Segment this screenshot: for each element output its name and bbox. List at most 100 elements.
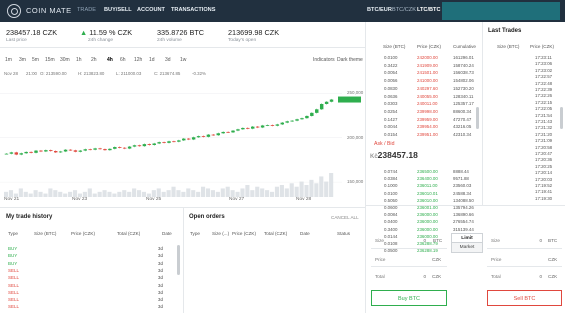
nav-trade[interactable]: TRADE — [77, 7, 96, 13]
price-candle[interactable] — [275, 124, 280, 126]
price-candle[interactable] — [231, 130, 235, 133]
buy-size-input[interactable]: 0 — [400, 238, 426, 243]
price-candle[interactable] — [58, 151, 63, 153]
price-candle[interactable] — [251, 126, 255, 129]
price-candle[interactable] — [324, 101, 329, 104]
price-candle[interactable] — [260, 125, 265, 128]
price-candle[interactable] — [290, 120, 294, 122]
timeframe-30m[interactable]: 30m — [60, 57, 70, 63]
price-candle[interactable] — [83, 149, 87, 151]
price-candle[interactable] — [93, 148, 97, 150]
price-candle[interactable] — [216, 133, 220, 136]
price-candle[interactable] — [152, 143, 156, 146]
price-candle[interactable] — [127, 146, 132, 149]
price-candle[interactable] — [108, 148, 112, 151]
indicators-button[interactable]: Indicators — [313, 57, 335, 63]
coinmate-logo-icon[interactable] — [7, 4, 21, 18]
price-candle[interactable] — [305, 115, 309, 119]
price-candle[interactable] — [196, 136, 201, 138]
price-candle[interactable] — [24, 151, 28, 154]
price-candle[interactable] — [34, 150, 38, 153]
chart-canvas[interactable] — [0, 78, 365, 197]
sell-size-input[interactable]: 0 — [514, 238, 542, 243]
price-candle[interactable] — [255, 126, 260, 128]
price-candle[interactable] — [280, 122, 285, 125]
price-candle[interactable] — [147, 144, 152, 146]
trade-history-scrollbar[interactable] — [177, 245, 180, 275]
nav-buy-sell[interactable]: BUY/SELL — [104, 7, 132, 13]
price-candle[interactable] — [63, 149, 68, 152]
price-candle[interactable] — [113, 147, 117, 149]
price-candle[interactable] — [182, 138, 186, 141]
timeframe-6h[interactable]: 6h — [120, 57, 126, 63]
price-candle[interactable] — [4, 153, 9, 155]
timeframe-2h[interactable]: 2h — [91, 57, 97, 63]
price-candle[interactable] — [9, 152, 14, 154]
timeframe-3d[interactable]: 3d — [165, 57, 171, 63]
price-candle[interactable] — [265, 125, 270, 126]
dark-theme-toggle[interactable]: Dark theme — [337, 57, 363, 63]
price-candle[interactable] — [53, 151, 58, 153]
order-type-limit[interactable]: Limit — [451, 233, 483, 243]
price-candle[interactable] — [88, 149, 92, 151]
orderbook-scrollbar[interactable] — [476, 107, 479, 129]
price-candle[interactable] — [310, 112, 314, 116]
price-candle[interactable] — [118, 147, 122, 148]
buy-price-input[interactable] — [400, 255, 428, 263]
nav-account[interactable]: ACCOUNT — [137, 7, 165, 13]
price-candle[interactable] — [142, 144, 147, 147]
price-candle[interactable] — [157, 142, 161, 144]
cancel-all-button[interactable]: CANCEL ALL — [331, 215, 359, 220]
price-candle[interactable] — [221, 131, 225, 134]
timeframe-1m[interactable]: 1m — [5, 57, 12, 63]
price-candle[interactable] — [162, 142, 166, 143]
price-candle[interactable] — [295, 119, 299, 121]
price-candle[interactable] — [270, 125, 275, 126]
price-candle[interactable] — [49, 150, 53, 152]
price-candle[interactable] — [206, 134, 211, 137]
price-candle[interactable] — [186, 138, 191, 140]
price-candle[interactable] — [167, 141, 171, 143]
price-chart[interactable]: 1m 3m 5m 15m 30m 1h 2h 4h 6h 12h 1d 3d 1w Indicators… — [0, 50, 365, 207]
price-candle[interactable] — [241, 127, 245, 130]
timeframe-12h[interactable]: 12h — [134, 57, 142, 63]
price-candle[interactable] — [44, 150, 48, 152]
price-candle[interactable] — [236, 129, 240, 131]
price-candle[interactable] — [137, 145, 142, 147]
buy-btc-button[interactable]: Buy BTC — [371, 290, 447, 306]
price-candle[interactable] — [285, 121, 289, 123]
order-type-market[interactable]: Market — [451, 243, 483, 253]
price-candle[interactable] — [319, 103, 324, 110]
pair-btc-eur[interactable]: BTC/EUR — [367, 7, 392, 13]
account-area[interactable] — [442, 2, 560, 20]
timeframe-3m[interactable]: 3m — [19, 57, 26, 63]
price-candle[interactable] — [172, 141, 176, 143]
timeframe-1h[interactable]: 1h — [76, 57, 82, 63]
last-trades-scrollbar[interactable] — [560, 107, 563, 129]
price-candle[interactable] — [226, 131, 230, 133]
timeframe-4h[interactable]: 4h — [107, 57, 113, 63]
price-candle[interactable] — [68, 149, 73, 151]
brand-name[interactable]: COIN MATE — [26, 6, 72, 15]
price-candle[interactable] — [29, 151, 33, 153]
price-candle[interactable] — [191, 137, 196, 140]
timeframe-15m[interactable]: 15m — [45, 57, 55, 63]
price-candle[interactable] — [14, 152, 19, 155]
price-candle[interactable] — [300, 118, 304, 120]
price-candle[interactable] — [73, 150, 78, 152]
price-candle[interactable] — [19, 153, 23, 155]
pair-btc-czk[interactable]: BTC/CZK — [392, 7, 416, 13]
price-candle[interactable] — [78, 150, 83, 152]
price-candle[interactable] — [211, 134, 216, 136]
price-candle[interactable] — [246, 127, 250, 129]
nav-transactions[interactable]: TRANSACTIONS — [171, 7, 215, 13]
price-candle[interactable] — [315, 109, 319, 113]
timeframe-5m[interactable]: 5m — [32, 57, 39, 63]
price-candle[interactable] — [103, 149, 107, 151]
price-candle[interactable] — [122, 147, 127, 149]
price-candle[interactable] — [39, 150, 43, 152]
price-candle[interactable] — [177, 140, 181, 142]
sell-btc-button[interactable]: Sell BTC — [487, 290, 562, 306]
pair-ltc-btc[interactable]: LTC/BTC — [417, 7, 441, 13]
price-candle[interactable] — [329, 99, 334, 102]
